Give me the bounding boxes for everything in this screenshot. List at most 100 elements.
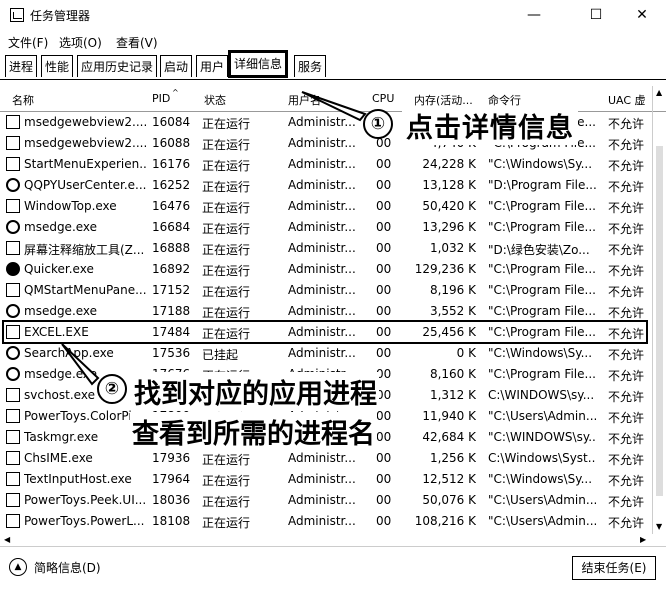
vertical-scrollbar[interactable]: ▲ ▼ bbox=[652, 86, 666, 534]
cell-status: 正在运行 bbox=[202, 264, 251, 278]
edge-webview-icon bbox=[6, 136, 20, 150]
horizontal-scrollbar[interactable]: ◀ ▶ bbox=[0, 534, 652, 546]
scroll-down-icon[interactable]: ▼ bbox=[656, 522, 662, 531]
cell-pid: 16088 bbox=[152, 136, 191, 150]
cell-cpu: 00 bbox=[376, 430, 392, 444]
table-row[interactable]: msedge.exe 17188 正在运行 Administr... 00 3,552 K… bbox=[0, 301, 652, 322]
cell-name: 屏幕注释缩放工具(Z... bbox=[24, 243, 145, 257]
tab-bar: 进程 性能 应用历史记录 启动 用户 详细信息 服务 bbox=[0, 50, 666, 80]
tab-performance[interactable]: 性能 bbox=[41, 55, 74, 77]
cell-uac: 不允许 bbox=[608, 306, 645, 320]
table-row[interactable]: PowerToys.Peek.UI... 18036 正在运行 Administr..… bbox=[0, 490, 652, 511]
menu-options[interactable]: 选项(O) bbox=[59, 34, 102, 51]
cell-status: 正在运行 bbox=[202, 495, 251, 509]
cell-cpu: 00 bbox=[376, 199, 392, 213]
cell-user: Administr... bbox=[288, 220, 356, 234]
tab-users[interactable]: 用户 bbox=[196, 55, 229, 77]
cell-uac: 不允许 bbox=[608, 495, 645, 509]
tab-startup[interactable]: 启动 bbox=[160, 55, 193, 77]
scroll-thumb[interactable] bbox=[656, 146, 663, 496]
svchost-icon bbox=[6, 388, 20, 402]
cell-user: Administr... bbox=[288, 304, 356, 318]
table-row[interactable]: TextInputHost.exe 17964 正在运行 Administr... 00… bbox=[0, 469, 652, 490]
menu-view[interactable]: 查看(V) bbox=[116, 34, 158, 51]
task-manager-icon bbox=[10, 8, 24, 22]
cell-user: Administr... bbox=[288, 346, 356, 360]
cell-mem: 24,228 K bbox=[422, 157, 476, 171]
cell-user: Administr... bbox=[288, 283, 356, 297]
window-icon bbox=[6, 157, 20, 171]
col-pid[interactable]: PID bbox=[152, 92, 170, 105]
table-row[interactable]: PowerToys.PowerL... 18108 正在运行 Administr...… bbox=[0, 511, 652, 532]
cell-uac: 不允许 bbox=[608, 411, 645, 425]
table-row[interactable]: QMStartMenuPane... 17152 正在运行 Administr... 0… bbox=[0, 280, 652, 301]
cell-mem: 42,684 K bbox=[422, 430, 476, 444]
cell-name: PowerToys.Peek.UI... bbox=[24, 493, 146, 507]
cell-cmd: "C:\Program File... bbox=[488, 304, 596, 318]
cell-pid: 18108 bbox=[152, 514, 191, 528]
cell-cmd: "C:\Windows\Sy... bbox=[488, 346, 593, 360]
col-uac[interactable]: UAC 虚 bbox=[608, 92, 646, 108]
cell-status: 正在运行 bbox=[202, 159, 251, 173]
cell-status: 正在运行 bbox=[202, 285, 251, 299]
cell-pid: 16684 bbox=[152, 220, 191, 234]
cell-status: 正在运行 bbox=[202, 180, 251, 194]
cell-pid: 17188 bbox=[152, 304, 191, 318]
window-top-icon bbox=[6, 199, 20, 213]
minimize-button[interactable]: — bbox=[514, 4, 554, 26]
tab-details[interactable]: 详细信息 bbox=[228, 50, 289, 78]
cell-cmd: "C:\Windows\Sy... bbox=[488, 157, 593, 171]
close-button[interactable]: ✕ bbox=[622, 4, 662, 26]
cell-cmd: "C:\WINDOWS\sy... bbox=[488, 430, 596, 444]
table-row[interactable]: SearchApp.exe 17536 已挂起 Administr... 00 0 K "C… bbox=[0, 343, 652, 364]
search-app-icon bbox=[6, 346, 20, 360]
table-row[interactable]: Quicker.exe 16892 正在运行 Administr... 00 129,23… bbox=[0, 259, 652, 280]
col-username[interactable]: 用户名 bbox=[288, 92, 321, 108]
maximize-button[interactable]: ☐ bbox=[576, 4, 616, 26]
cell-uac: 不允许 bbox=[608, 159, 645, 173]
cell-user: Administr... bbox=[288, 199, 356, 213]
cell-uac: 不允许 bbox=[608, 180, 645, 194]
collapse-icon[interactable]: ▲ bbox=[9, 558, 27, 576]
cell-status: 正在运行 bbox=[202, 201, 251, 215]
table-row[interactable]: QQPYUserCenter.e... 16252 正在运行 Administr...… bbox=[0, 175, 652, 196]
scroll-right-icon[interactable]: ▶ bbox=[640, 535, 646, 544]
tab-app-history[interactable]: 应用历史记录 bbox=[77, 55, 158, 77]
menu-file[interactable]: 文件(F) bbox=[8, 34, 48, 51]
fewer-details-link[interactable]: 简略信息(D) bbox=[34, 559, 101, 576]
tab-processes[interactable]: 进程 bbox=[5, 55, 38, 77]
cell-cpu: 00 bbox=[376, 451, 392, 465]
table-row[interactable]: ChsIME.exe 17936 正在运行 Administr... 00 1,256 K… bbox=[0, 448, 652, 469]
cell-name: msedgewebview2.... bbox=[24, 115, 146, 129]
qm-startmenu-icon bbox=[6, 283, 20, 297]
cell-cpu: 00 bbox=[376, 220, 392, 234]
cell-name: svchost.exe bbox=[24, 388, 95, 402]
table-row[interactable]: msedge.exe 16684 正在运行 Administr... 00 13,296 … bbox=[0, 217, 652, 238]
table-row[interactable]: StartMenuExperien... 16176 正在运行 Administr..… bbox=[0, 154, 652, 175]
sort-asc-icon: ^ bbox=[172, 88, 179, 97]
table-row[interactable]: 屏幕注释缩放工具(Z... 16888 正在运行 Administr... 00 1,03… bbox=[0, 238, 652, 259]
cell-name: QQPYUserCenter.e... bbox=[24, 178, 146, 192]
powertoys-icon bbox=[6, 493, 20, 507]
cell-pid: 16476 bbox=[152, 199, 191, 213]
scroll-left-icon[interactable]: ◀ bbox=[4, 535, 10, 544]
cell-cpu: 00 bbox=[376, 262, 392, 276]
cell-user: Administr... bbox=[288, 493, 356, 507]
cell-pid: 16084 bbox=[152, 115, 191, 129]
table-row[interactable]: WindowTop.exe 16476 正在运行 Administr... 00 50,4… bbox=[0, 196, 652, 217]
cell-cmd: C:\Windows\Syst... bbox=[488, 451, 596, 465]
cell-status: 已挂起 bbox=[202, 348, 239, 362]
col-name[interactable]: 名称 bbox=[12, 92, 34, 108]
scroll-up-icon[interactable]: ▲ bbox=[656, 88, 662, 97]
end-task-button[interactable]: 结束任务(E) bbox=[572, 556, 656, 580]
cell-cpu: 00 bbox=[376, 493, 392, 507]
tab-services[interactable]: 服务 bbox=[294, 55, 327, 77]
cell-cmd: "C:\Program File... bbox=[488, 283, 596, 297]
edge-icon bbox=[6, 304, 20, 318]
col-cpu[interactable]: CPU bbox=[372, 92, 394, 105]
col-status[interactable]: 状态 bbox=[204, 92, 226, 108]
title-bar: 任务管理器 — ☐ ✕ bbox=[0, 0, 666, 30]
cell-user: Administr... bbox=[288, 262, 356, 276]
cell-mem: 8,160 K bbox=[429, 367, 476, 381]
cell-name: Taskmgr.exe bbox=[24, 430, 99, 444]
